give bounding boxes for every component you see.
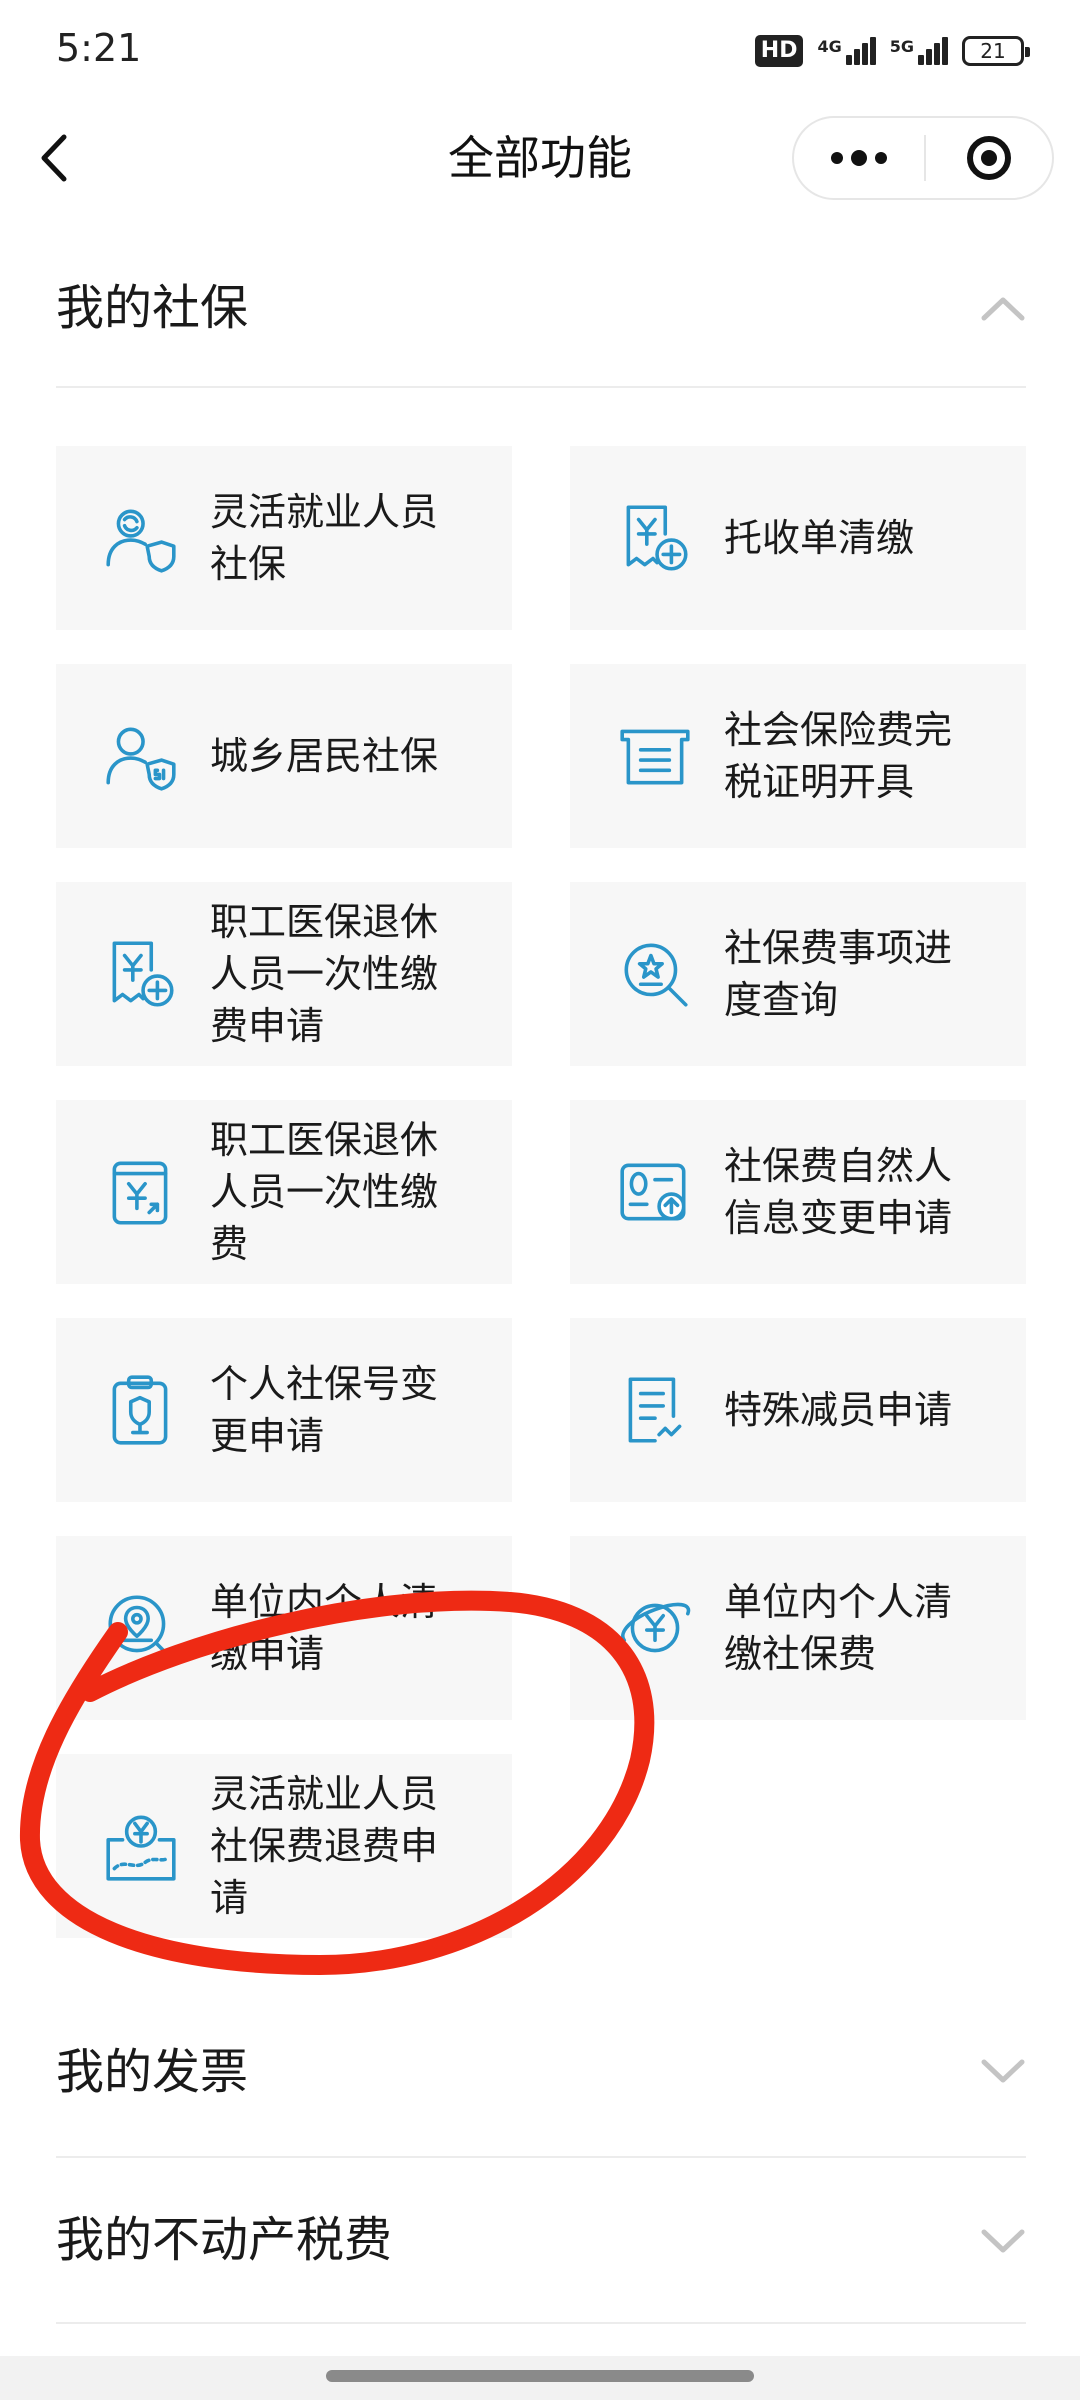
home-indicator[interactable] bbox=[326, 2370, 754, 2382]
clipboard-shield-icon bbox=[112, 1375, 168, 1445]
signal-5g-icon: 5G bbox=[890, 37, 948, 65]
person-shield-refresh-icon bbox=[106, 509, 176, 573]
person-si-shield-icon bbox=[106, 727, 176, 791]
status-icons: HD 4G 5G 21 bbox=[754, 30, 1030, 72]
tile-label: 职工医保退休 人员一次性缴 费 bbox=[210, 1118, 439, 1266]
miniapp-capsule bbox=[792, 116, 1054, 200]
yuan-globe-icon bbox=[621, 1602, 691, 1653]
tile-label: 城乡居民社保 bbox=[210, 734, 439, 778]
tile-label: 单位内个人清 缴申请 bbox=[210, 1580, 439, 1676]
section-title-invoices[interactable]: 我的发票 bbox=[56, 2042, 248, 2102]
section-title-social-security[interactable]: 我的社保 bbox=[56, 278, 248, 338]
tile-label: 托收单清缴 bbox=[724, 516, 915, 560]
tile-flexible-employment-refund-application[interactable]: 灵活就业人员 社保费退费申 请 bbox=[56, 1754, 512, 1938]
document-edit-icon bbox=[628, 1377, 682, 1443]
chevron-down-icon[interactable] bbox=[980, 2048, 1026, 2094]
chevron-up-icon[interactable] bbox=[980, 286, 1026, 332]
id-card-upload-icon bbox=[620, 1163, 686, 1221]
more-button[interactable] bbox=[794, 118, 924, 198]
tile-label: 灵活就业人员 社保 bbox=[210, 490, 439, 586]
tile-label: 职工医保退休 人员一次性缴 费申请 bbox=[210, 900, 439, 1048]
yuan-document-icon bbox=[112, 1161, 168, 1225]
tile-flexible-employment-social-security[interactable]: 灵活就业人员 社保 bbox=[56, 446, 512, 630]
receipt-plus-icon bbox=[626, 505, 688, 571]
divider bbox=[56, 2322, 1026, 2324]
certificate-icon bbox=[620, 729, 690, 785]
tile-label: 社会保险费完 税证明开具 bbox=[724, 708, 953, 804]
tile-unit-personal-clearance-payment[interactable]: 单位内个人清 缴社保费 bbox=[570, 1536, 1026, 1720]
target-icon bbox=[967, 136, 1011, 180]
tile-tax-payment-certificate[interactable]: 社会保险费完 税证明开具 bbox=[570, 664, 1026, 848]
receipt-plus-icon bbox=[112, 941, 174, 1007]
tile-personal-ss-number-change[interactable]: 个人社保号变 更申请 bbox=[56, 1318, 512, 1502]
status-time: 5:21 bbox=[56, 26, 142, 70]
tile-label: 特殊减员申请 bbox=[724, 1388, 953, 1432]
divider bbox=[56, 2156, 1026, 2158]
tile-progress-query[interactable]: 社保费事项进 度查询 bbox=[570, 882, 1026, 1066]
tile-urban-rural-resident-social-security[interactable]: 城乡居民社保 bbox=[56, 664, 512, 848]
tile-label: 社保费自然人 信息变更申请 bbox=[724, 1144, 953, 1240]
tile-natural-person-info-change[interactable]: 社保费自然人 信息变更申请 bbox=[570, 1100, 1026, 1284]
yuan-map-route-icon bbox=[106, 1815, 176, 1881]
tile-unit-personal-clearance-application[interactable]: 单位内个人清 缴申请 bbox=[56, 1536, 512, 1720]
more-dots-icon bbox=[831, 152, 843, 164]
hd-badge: HD bbox=[754, 35, 804, 67]
battery-level: 21 bbox=[980, 39, 1006, 63]
tile-retiree-medical-lump-sum-payment[interactable]: 职工医保退休 人员一次性缴 费 bbox=[56, 1100, 512, 1284]
signal-4g-icon: 4G bbox=[817, 37, 876, 65]
tile-label: 社保费事项进 度查询 bbox=[724, 926, 953, 1022]
chevron-down-icon[interactable] bbox=[980, 2218, 1026, 2264]
tile-label: 单位内个人清 缴社保费 bbox=[724, 1580, 953, 1676]
divider bbox=[56, 386, 1026, 388]
tile-label: 灵活就业人员 社保费退费申 请 bbox=[210, 1772, 439, 1920]
search-star-icon bbox=[624, 943, 688, 1007]
tile-collection-slip-payment[interactable]: 托收单清缴 bbox=[570, 446, 1026, 630]
close-miniapp-button[interactable] bbox=[926, 118, 1052, 198]
section-title-real-estate-tax[interactable]: 我的不动产税费 bbox=[56, 2210, 392, 2270]
search-location-icon bbox=[108, 1595, 174, 1661]
tile-special-reduction-application[interactable]: 特殊减员申请 bbox=[570, 1318, 1026, 1502]
tile-label: 个人社保号变 更申请 bbox=[210, 1362, 439, 1458]
tile-retiree-medical-lump-sum-application[interactable]: 职工医保退休 人员一次性缴 费申请 bbox=[56, 882, 512, 1066]
battery-icon: 21 bbox=[962, 36, 1030, 66]
